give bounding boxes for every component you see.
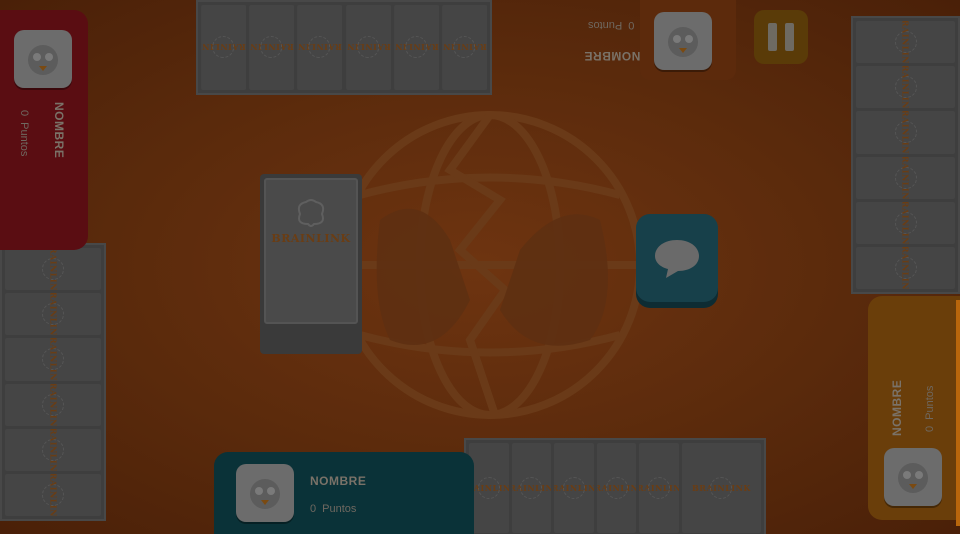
pause-button[interactable] — [754, 10, 808, 64]
card-back: BRAINLINK — [5, 248, 101, 291]
card-back: BRAINLINK — [5, 293, 101, 336]
player-name: NOMBRE — [52, 102, 66, 159]
own-hand: BRAINLINK BRAINLINK BRAINLINK BRAINLINK … — [464, 438, 766, 534]
player-panel-top — [640, 0, 736, 80]
globe-eagles-emblem — [336, 111, 644, 419]
player-name: NOMBRE — [584, 49, 641, 63]
player-panel-bottom: NOMBRE 0 Puntos — [214, 452, 474, 534]
brain-logo-icon — [297, 199, 325, 227]
hand-card[interactable]: BRAINLINK — [554, 443, 594, 533]
card-back: BRAINLINK — [5, 383, 101, 426]
player-score: 0Puntos — [588, 19, 635, 31]
deck-top-card[interactable]: BRAINLINK — [264, 178, 358, 324]
avatar-bird-icon — [28, 45, 58, 75]
player-name: NOMBRE — [890, 379, 904, 436]
right-player-hand: BRAINLINK BRAINLINK BRAINLINK BRAINLINK … — [851, 16, 960, 294]
card-back: BRAINLINK — [5, 428, 101, 471]
card-back: BRAINLINK — [856, 111, 955, 154]
hand-card[interactable]: BRAINLINK — [596, 443, 637, 533]
card-back: BRAINLINK — [249, 5, 295, 90]
player-score: 0Puntos — [18, 110, 30, 157]
left-player-hand: BRAINLINK BRAINLINK BRAINLINK BRAINLINK … — [0, 243, 106, 521]
card-back: BRAINLINK — [856, 21, 955, 64]
hand-card[interactable]: BRAINLINK — [511, 443, 552, 533]
card-back: BRAINLINK — [856, 201, 955, 244]
pause-icon — [785, 23, 794, 51]
hand-card[interactable]: BRAINLINK — [639, 443, 679, 533]
hand-card[interactable]: BRAINLINK — [681, 443, 762, 533]
player-avatar — [236, 464, 294, 522]
card-back: BRAINLINK — [856, 66, 955, 109]
hand-card[interactable]: BRAINLINK — [469, 443, 509, 533]
card-back: BRAINLINK — [441, 5, 488, 90]
player-score: 0Puntos — [310, 503, 357, 515]
speech-bubble-icon — [655, 240, 699, 278]
card-back: BRAINLINK — [297, 5, 343, 90]
card-back: BRAINLINK — [201, 5, 247, 90]
card-back: BRAINLINK — [856, 156, 955, 199]
avatar-bird-icon — [668, 27, 698, 57]
card-back: BRAINLINK — [5, 338, 101, 381]
player-name: NOMBRE — [310, 474, 367, 488]
player-panel-left: NOMBRE 0Puntos — [0, 10, 88, 250]
player-avatar — [884, 448, 942, 506]
avatar-bird-icon — [250, 479, 280, 509]
card-back: BRAINLINK — [345, 5, 391, 90]
deck-logo-text: BRAINLINK — [271, 232, 351, 245]
player-panel-right: NOMBRE 0Puntos — [868, 296, 960, 520]
avatar-bird-icon — [898, 463, 928, 493]
pause-icon — [768, 23, 777, 51]
card-back: BRAINLINK — [856, 246, 955, 290]
top-player-hand: BRAINLINK BRAINLINK BRAINLINK BRAINLINK … — [196, 0, 492, 95]
draw-deck[interactable]: BRAINLINK — [260, 174, 362, 354]
card-back: BRAINLINK — [5, 473, 101, 517]
turn-indicator — [956, 300, 960, 526]
player-avatar — [14, 30, 72, 88]
game-table: BRAINLINK BRAINLINK BRAINLINK BRAINLINK … — [0, 0, 960, 534]
player-avatar — [654, 12, 712, 70]
card-back: BRAINLINK — [393, 5, 439, 90]
player-score: 0Puntos — [924, 385, 936, 432]
chat-button[interactable] — [636, 214, 718, 302]
